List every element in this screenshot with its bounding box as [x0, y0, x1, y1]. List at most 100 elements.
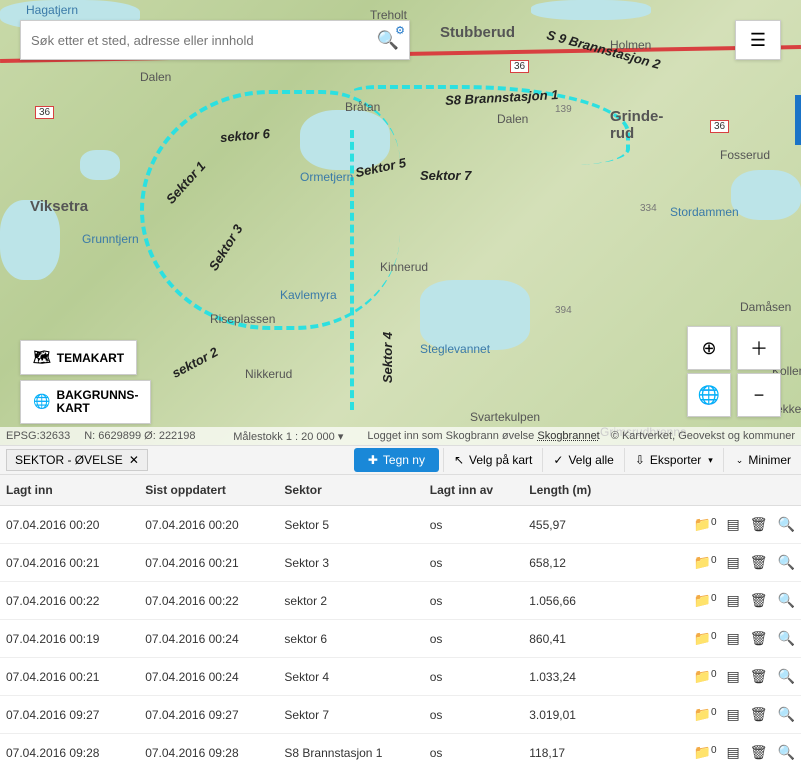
- sector-label: Sektor 7: [420, 168, 471, 183]
- map-place-label: Fosserud: [720, 148, 770, 162]
- temakart-label: TEMAKART: [57, 351, 124, 365]
- table-cell: 658,12: [523, 544, 621, 582]
- table-cell: 1.033,24: [523, 658, 621, 696]
- map-place-label: Grinde- rud: [610, 108, 663, 142]
- active-tab[interactable]: SEKTOR - ØVELSE ✕: [6, 449, 148, 471]
- map-place-label: Nikkerud: [245, 367, 292, 381]
- table-cell: 3.019,01: [523, 696, 621, 734]
- table-cell: os: [424, 544, 523, 582]
- map-place-label: Hagatjern: [26, 3, 78, 17]
- globe-button[interactable]: 🌐: [687, 373, 731, 417]
- map-place-label: Dalen: [140, 70, 171, 84]
- details-icon[interactable]: ▤: [727, 554, 740, 571]
- map-place-label: Svartekulpen: [470, 410, 540, 424]
- zoom-in-button[interactable]: ＋: [737, 326, 781, 370]
- lake: [420, 280, 530, 350]
- zoom-icon[interactable]: 🔍: [778, 516, 795, 533]
- eksporter-button[interactable]: ⇩ Eksporter ▾: [624, 448, 723, 472]
- search-bar: 🔍⚙: [20, 20, 410, 60]
- delete-icon[interactable]: 🗑: [750, 516, 768, 533]
- minimer-button[interactable]: ⌄ Minimer: [723, 448, 801, 472]
- folder-icon[interactable]: 📁0: [694, 554, 717, 571]
- zoom-out-button[interactable]: −: [737, 373, 781, 417]
- temakart-button[interactable]: 🗺 TEMAKART: [20, 340, 137, 375]
- login-link[interactable]: Skogbrannet: [537, 430, 599, 442]
- map-canvas[interactable]: HagatjernTreholtStubberudHolmenDalenBråt…: [0, 0, 801, 445]
- table-cell: os: [424, 506, 523, 544]
- table-row[interactable]: 07.04.2016 00:2107.04.2016 00:21Sektor 3…: [0, 544, 801, 582]
- table-scroll[interactable]: Lagt innSist oppdatertSektorLagt inn avL…: [0, 475, 801, 764]
- search-input[interactable]: [31, 33, 377, 48]
- zoom-icon[interactable]: 🔍: [778, 744, 795, 761]
- folder-icon[interactable]: 📁0: [694, 706, 717, 723]
- velg-alle-button[interactable]: ✓ Velg alle: [542, 448, 623, 472]
- table-row[interactable]: 07.04.2016 09:2807.04.2016 09:28S8 Brann…: [0, 734, 801, 764]
- map-place-label: Bråtan: [345, 100, 380, 114]
- column-header[interactable]: Sektor: [278, 475, 423, 506]
- search-icon[interactable]: 🔍⚙: [377, 30, 399, 51]
- delete-icon[interactable]: 🗑: [750, 668, 768, 685]
- folder-icon[interactable]: 📁0: [694, 668, 717, 685]
- table-cell: 1.056,66: [523, 582, 621, 620]
- delete-icon[interactable]: 🗑: [750, 554, 768, 571]
- details-icon[interactable]: ▤: [727, 516, 740, 533]
- chevron-down-icon[interactable]: ▾: [338, 431, 344, 443]
- zoom-icon[interactable]: 🔍: [778, 668, 795, 685]
- tegn-ny-button[interactable]: ✚ Tegn ny: [354, 448, 439, 472]
- scale-label: Målestokk 1 : 20 000: [233, 431, 335, 443]
- zoom-icon[interactable]: 🔍: [778, 592, 795, 609]
- status-bar: EPSG:32633 N: 6629899 Ø: 222198 Målestok…: [0, 427, 801, 445]
- table-row[interactable]: 07.04.2016 09:2707.04.2016 09:27Sektor 7…: [0, 696, 801, 734]
- table-cell: 07.04.2016 00:24: [139, 658, 278, 696]
- details-icon[interactable]: ▤: [727, 630, 740, 647]
- hamburger-icon: ☰: [750, 30, 766, 51]
- table-cell: 07.04.2016 00:20: [139, 506, 278, 544]
- column-header[interactable]: Lagt inn av: [424, 475, 523, 506]
- column-header[interactable]: Length (m): [523, 475, 621, 506]
- folder-icon[interactable]: 📁0: [694, 592, 717, 609]
- locate-button[interactable]: ⊕: [687, 326, 731, 370]
- table-cell: os: [424, 658, 523, 696]
- zoom-icon[interactable]: 🔍: [778, 630, 795, 647]
- delete-icon[interactable]: 🗑: [750, 630, 768, 647]
- minus-icon: −: [754, 385, 765, 406]
- table-cell: Sektor 4: [278, 658, 423, 696]
- delete-icon[interactable]: 🗑: [750, 592, 768, 609]
- map-place-label: Damåsen: [740, 300, 791, 314]
- map-place-label: Riseplassen: [210, 312, 275, 326]
- folder-icon[interactable]: 📁0: [694, 630, 717, 647]
- globe-icon: 🌐: [698, 385, 720, 406]
- delete-icon[interactable]: 🗑: [750, 706, 768, 723]
- table-cell: sektor 2: [278, 582, 423, 620]
- table-cell: 07.04.2016 00:21: [139, 544, 278, 582]
- velg-pa-kart-button[interactable]: ↖ Velg på kart: [443, 448, 542, 472]
- details-icon[interactable]: ▤: [727, 592, 740, 609]
- check-icon: ✓: [553, 453, 563, 467]
- delete-icon[interactable]: 🗑: [750, 744, 768, 761]
- table-cell: 07.04.2016 00:22: [139, 582, 278, 620]
- map-place-label: Grunntjern: [82, 232, 139, 246]
- table-row[interactable]: 07.04.2016 00:2207.04.2016 00:22sektor 2…: [0, 582, 801, 620]
- table-cell: S8 Brannstasjon 1: [278, 734, 423, 764]
- table-row[interactable]: 07.04.2016 00:1907.04.2016 00:24sektor 6…: [0, 620, 801, 658]
- map-place-label: Kinnerud: [380, 260, 428, 274]
- copyright-label: © Kartverket, Geovekst og kommuner: [611, 430, 795, 442]
- table-cell: 07.04.2016 09:27: [0, 696, 139, 734]
- bakgrunnskart-button[interactable]: 🌐 BAKGRUNNS- KART: [20, 380, 151, 424]
- folder-icon[interactable]: 📁0: [694, 516, 717, 533]
- details-icon[interactable]: ▤: [727, 706, 740, 723]
- column-header[interactable]: Sist oppdatert: [139, 475, 278, 506]
- table-cell: os: [424, 696, 523, 734]
- table-row[interactable]: 07.04.2016 00:2007.04.2016 00:20Sektor 5…: [0, 506, 801, 544]
- close-icon[interactable]: ✕: [129, 453, 139, 467]
- folder-icon[interactable]: 📁0: [694, 744, 717, 761]
- menu-button[interactable]: ☰: [735, 20, 781, 60]
- details-icon[interactable]: ▤: [727, 668, 740, 685]
- bakgrunn-label: BAKGRUNNS- KART: [56, 389, 138, 415]
- zoom-icon[interactable]: 🔍: [778, 554, 795, 571]
- table-row[interactable]: 07.04.2016 00:2107.04.2016 00:24Sektor 4…: [0, 658, 801, 696]
- details-icon[interactable]: ▤: [727, 744, 740, 761]
- zoom-icon[interactable]: 🔍: [778, 706, 795, 723]
- side-panel-tab[interactable]: [795, 95, 801, 145]
- column-header[interactable]: Lagt inn: [0, 475, 139, 506]
